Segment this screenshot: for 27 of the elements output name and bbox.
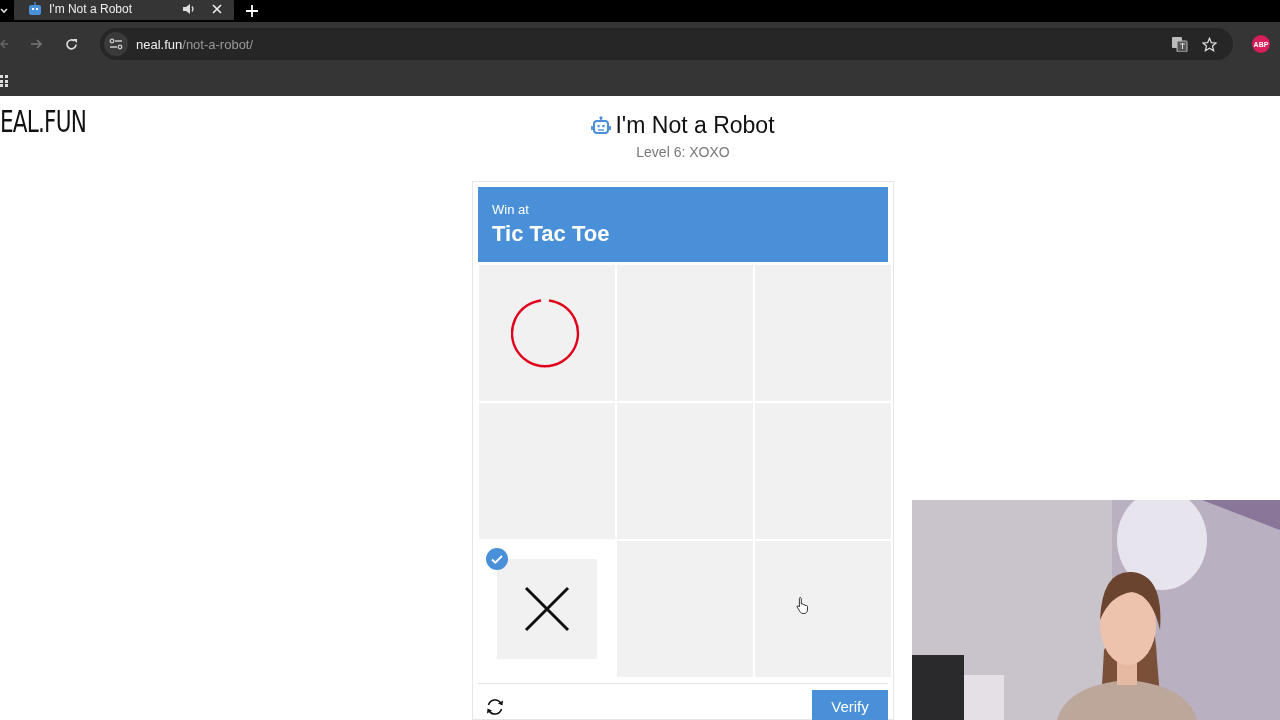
reload-icon[interactable]	[65, 37, 78, 51]
refresh-icon[interactable]	[485, 696, 505, 717]
address-bar[interactable]: neal.fun/not-a-robot/	[100, 28, 1233, 60]
close-icon[interactable]	[212, 4, 222, 14]
page-title: I'm Not a Robot	[615, 112, 775, 139]
tab-title: I'm Not a Robot	[49, 2, 133, 16]
forward-icon[interactable]	[31, 38, 43, 50]
cursor-icon	[796, 596, 810, 614]
star-icon[interactable]	[1202, 36, 1217, 52]
robot-icon	[28, 2, 42, 16]
robot-icon	[591, 115, 612, 136]
cross-mark-icon	[524, 586, 570, 632]
speaker-icon[interactable]	[182, 3, 195, 15]
site-settings-icon[interactable]	[109, 38, 123, 50]
browser-tab[interactable]: I'm Not a Robot	[14, 0, 234, 20]
grid-tile[interactable]	[755, 541, 891, 677]
chevron-icon[interactable]	[0, 8, 8, 14]
apps-grid-icon[interactable]	[0, 75, 8, 87]
new-tab-icon[interactable]	[246, 5, 258, 17]
grid-tile[interactable]	[479, 265, 615, 401]
challenge-prompt: Win at	[492, 202, 529, 217]
translate-icon[interactable]	[1172, 36, 1188, 52]
level-subtitle: Level 6: XOXO	[636, 144, 730, 160]
url-text: neal.fun/not-a-robot/	[136, 36, 254, 52]
site-logo[interactable]: EAL.FUN	[0, 102, 87, 142]
challenge-game: Tic Tac Toe	[492, 221, 610, 247]
check-badge-icon	[486, 548, 508, 570]
